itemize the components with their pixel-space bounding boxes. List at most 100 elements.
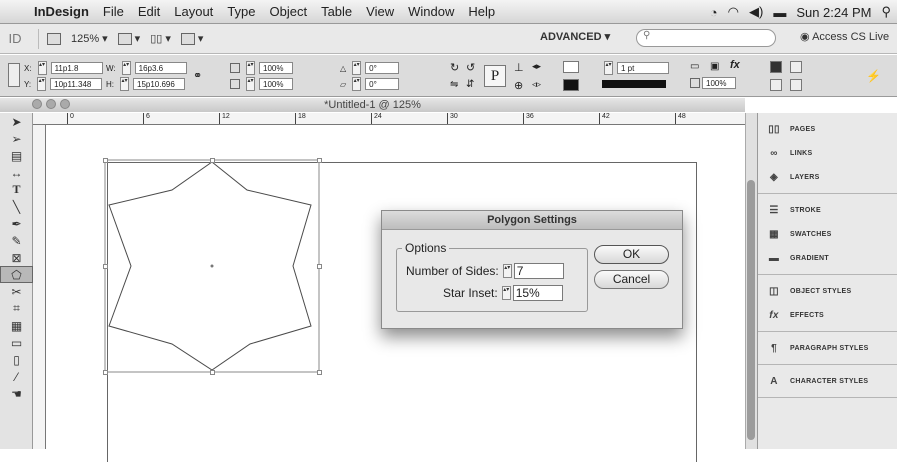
y-stepper[interactable]: ▴▾ xyxy=(37,77,47,91)
star-inset-field[interactable]: 15% xyxy=(512,285,563,301)
hand-tool-icon[interactable]: ☚ xyxy=(0,385,33,402)
access-cs-live-button[interactable]: ◉ Access CS Live xyxy=(800,30,889,43)
shear-field[interactable]: 0° xyxy=(365,78,400,90)
volume-icon[interactable]: ◀) xyxy=(749,4,763,20)
polygon-tool-icon[interactable]: ⬠ xyxy=(0,266,33,283)
select-next-icon[interactable]: ◃▹ xyxy=(532,79,544,91)
menu-view[interactable]: View xyxy=(366,4,394,19)
stroke-type-icon[interactable] xyxy=(602,80,666,88)
scale-x-field[interactable]: 100% xyxy=(259,62,293,74)
rotate-cw-icon[interactable]: ↻ xyxy=(450,61,462,74)
scale-y-field[interactable]: 100% xyxy=(259,78,293,90)
x-stepper[interactable]: ▴▾ xyxy=(37,61,47,75)
rotate-ccw-icon[interactable]: ↺ xyxy=(466,61,478,74)
stroke-swatch-icon[interactable] xyxy=(563,79,579,91)
eyedropper-tool-icon[interactable]: ⁄ xyxy=(0,368,33,385)
wifi-icon[interactable]: ◠ xyxy=(728,4,739,20)
screen-mode-button[interactable]: ▯▯ ▾ xyxy=(150,32,171,45)
panel-layers[interactable]: ◈ LAYERS xyxy=(758,165,897,189)
transform-p-icon[interactable]: P xyxy=(484,65,506,87)
scissors-tool-icon[interactable]: ✂ xyxy=(0,283,33,300)
scale-x-stepper[interactable]: ▴▾ xyxy=(246,61,255,75)
direct-selection-tool-icon[interactable]: ➢ xyxy=(0,130,33,147)
ok-button[interactable]: OK xyxy=(594,245,669,264)
panel-gradient[interactable]: ▬ GRADIENT xyxy=(758,246,897,270)
handle-top-center[interactable] xyxy=(210,158,215,163)
rotate-stepper[interactable]: ▴▾ xyxy=(352,61,362,75)
reference-point-icon[interactable] xyxy=(8,63,20,87)
stroke-weight-stepper[interactable]: ▴▾ xyxy=(604,61,613,75)
y-field[interactable]: 10p11.348 xyxy=(50,78,103,90)
cancel-button[interactable]: Cancel xyxy=(594,270,669,289)
fill-frame-icon[interactable] xyxy=(770,79,782,91)
fill-swatch-icon[interactable] xyxy=(563,61,579,73)
page-tool-icon[interactable]: ▤ xyxy=(0,147,33,164)
opacity-field[interactable]: 100% xyxy=(702,77,736,89)
line-tool-icon[interactable]: ╲ xyxy=(0,198,33,215)
stroke-weight-field[interactable]: 1 pt xyxy=(617,62,669,74)
drop-shadow-icon[interactable]: ▭ xyxy=(690,61,702,73)
handle-middle-left[interactable] xyxy=(103,264,108,269)
constrain-proportions-icon[interactable]: ⚭ xyxy=(193,69,205,82)
selection-tool-icon[interactable]: ➤ xyxy=(0,113,33,130)
panel-character-styles[interactable]: A CHARACTER STYLES xyxy=(758,369,897,393)
panel-swatches[interactable]: ▦ SWATCHES xyxy=(758,222,897,246)
clock[interactable]: Sun 2:24 PM xyxy=(796,5,871,20)
handle-bottom-center[interactable] xyxy=(210,370,215,375)
rectangle-frame-tool-icon[interactable]: ⊠ xyxy=(0,249,33,266)
object-style-icon[interactable]: ▣ xyxy=(710,61,722,73)
zoom-window-icon[interactable] xyxy=(60,99,70,109)
app-menu[interactable]: InDesign xyxy=(34,4,89,19)
handle-top-left[interactable] xyxy=(103,158,108,163)
panel-object-styles[interactable]: ◫ OBJECT STYLES xyxy=(758,279,897,303)
gradient-swatch-tool-icon[interactable]: ▦ xyxy=(0,317,33,334)
menu-layout[interactable]: Layout xyxy=(174,4,213,19)
panel-pages[interactable]: ▯▯ PAGES xyxy=(758,117,897,141)
type-tool-icon[interactable]: T xyxy=(0,181,33,198)
flip-vertical-icon[interactable]: ⇵ xyxy=(466,79,478,91)
scale-y-stepper[interactable]: ▴▾ xyxy=(246,77,255,91)
pen-tool-icon[interactable]: ✒ xyxy=(0,215,33,232)
pencil-tool-icon[interactable]: ✎ xyxy=(0,232,33,249)
search-input[interactable]: ⚲ xyxy=(636,29,776,47)
quick-apply-icon[interactable]: ⚡ xyxy=(866,69,881,83)
panel-paragraph-styles[interactable]: ¶ PARAGRAPH STYLES xyxy=(758,336,897,360)
x-field[interactable]: 11p1.8 xyxy=(50,62,103,74)
menu-type[interactable]: Type xyxy=(227,4,255,19)
frame-fitting-icon[interactable] xyxy=(770,61,782,73)
width-field[interactable]: 16p3.6 xyxy=(134,62,187,74)
panel-effects[interactable]: fx EFFECTS xyxy=(758,303,897,327)
center-content-icon[interactable] xyxy=(790,79,802,91)
menu-object[interactable]: Object xyxy=(270,4,308,19)
select-previous-icon[interactable]: ◂▸ xyxy=(532,61,544,73)
number-of-sides-stepper[interactable]: ▴▾ xyxy=(502,264,512,278)
vertical-scroll-thumb[interactable] xyxy=(747,180,755,440)
arrange-documents-button[interactable]: ▾ xyxy=(180,32,203,45)
time-machine-icon[interactable]: ◔ xyxy=(710,5,718,20)
panel-stroke[interactable]: ☰ STROKE xyxy=(758,198,897,222)
close-window-icon[interactable] xyxy=(32,99,42,109)
menu-file[interactable]: File xyxy=(103,4,124,19)
minimize-window-icon[interactable] xyxy=(46,99,56,109)
handle-middle-right[interactable] xyxy=(317,264,322,269)
note-tool-2-icon[interactable]: ▯ xyxy=(0,351,33,368)
gap-tool-icon[interactable]: ↔ xyxy=(0,164,33,181)
view-options-button[interactable]: ▾ xyxy=(117,32,140,45)
zoom-level-dropdown[interactable]: 125% ▾ xyxy=(71,32,108,46)
star-polygon-shape[interactable] xyxy=(108,161,312,371)
note-tool-icon[interactable]: ▭ xyxy=(0,334,33,351)
spotlight-icon[interactable]: ⚲ xyxy=(881,4,891,20)
menu-edit[interactable]: Edit xyxy=(138,4,160,19)
keyboard-icon[interactable]: ▬ xyxy=(773,5,786,20)
star-inset-stepper[interactable]: ▴▾ xyxy=(501,286,511,300)
panel-links[interactable]: ∞ LINKS xyxy=(758,141,897,165)
select-container-icon[interactable]: ⊥ xyxy=(514,61,526,74)
menu-window[interactable]: Window xyxy=(408,4,454,19)
handle-top-right[interactable] xyxy=(317,158,322,163)
number-of-sides-field[interactable]: 7 xyxy=(513,263,564,279)
w-stepper[interactable]: ▴▾ xyxy=(121,61,131,75)
h-stepper[interactable]: ▴▾ xyxy=(120,77,129,91)
select-content-icon[interactable]: ⊕ xyxy=(514,79,526,92)
menu-table[interactable]: Table xyxy=(321,4,352,19)
rotate-field[interactable]: 0° xyxy=(365,62,400,74)
